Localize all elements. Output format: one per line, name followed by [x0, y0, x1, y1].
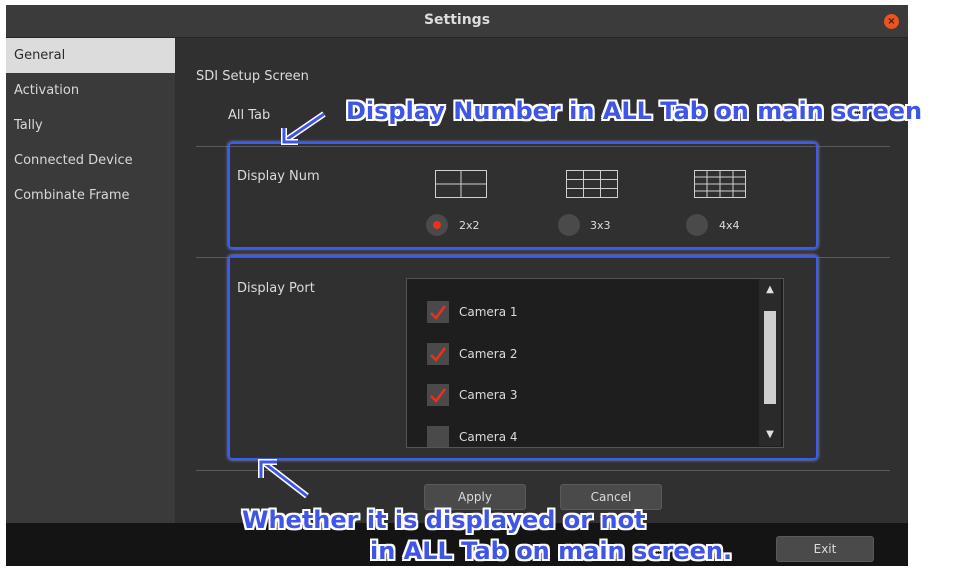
sidebar: General Activation Tally Connected Devic… [6, 38, 175, 523]
annotation-display-port-line1: Whether it is displayed or not [242, 506, 646, 534]
close-icon[interactable]: × [884, 14, 899, 29]
sidebar-item-activation[interactable]: Activation [6, 73, 175, 108]
tab-all[interactable]: All Tab [228, 108, 270, 123]
sidebar-item-combinate-frame[interactable]: Combinate Frame [6, 178, 175, 213]
annotation-display-number: Display Number in ALL Tab on main screen [346, 97, 923, 125]
section-title: SDI Setup Screen [196, 69, 309, 84]
exit-button[interactable]: Exit [776, 536, 874, 562]
sidebar-item-general[interactable]: General [6, 38, 175, 73]
annotation-display-port-line2: in ALL Tab on main screen. [370, 537, 733, 565]
sidebar-item-connected-device[interactable]: Connected Device [6, 143, 175, 178]
arrow-icon [258, 459, 309, 499]
sidebar-item-tally[interactable]: Tally [6, 108, 175, 143]
title-bar: Settings × [6, 5, 908, 38]
display-port-highlight [228, 255, 818, 460]
display-num-highlight [228, 142, 818, 249]
window-title: Settings [423, 12, 491, 28]
arrow-icon [281, 111, 326, 145]
